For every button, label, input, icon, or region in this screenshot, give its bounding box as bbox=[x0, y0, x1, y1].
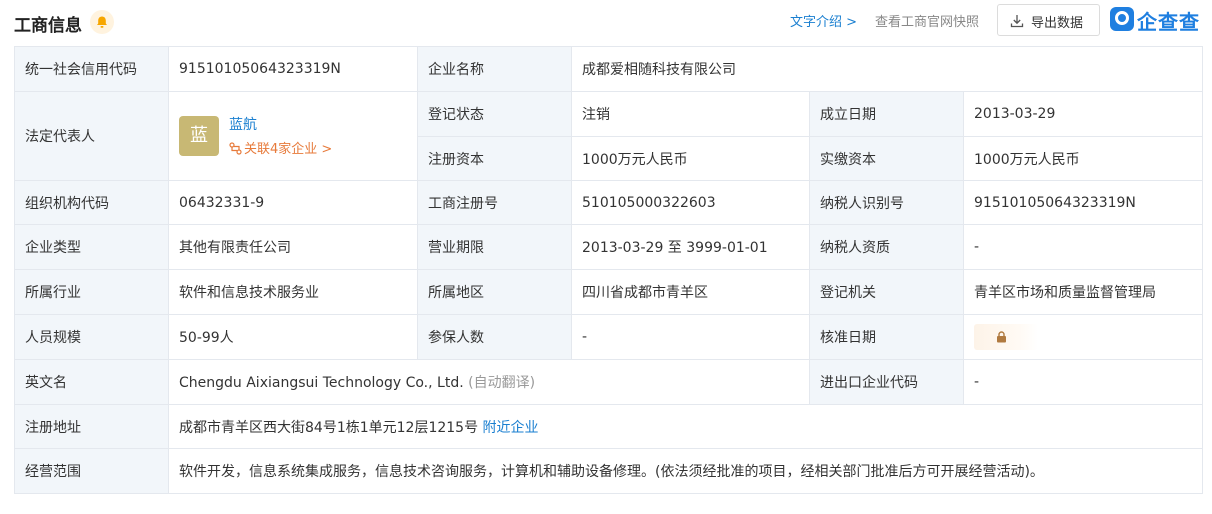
lock-icon bbox=[997, 331, 1006, 343]
paid-capital-label: 实缴资本 bbox=[809, 136, 964, 181]
insured-value: - bbox=[571, 314, 810, 360]
taxpayer-quali-label: 纳税人资质 bbox=[809, 224, 964, 270]
staff-size-label: 人员规模 bbox=[14, 314, 169, 360]
auto-translate-note: (自动翻译) bbox=[468, 375, 536, 391]
legal-rep-cell: 蓝 蓝航 关联4家企业 > bbox=[168, 91, 418, 181]
founded-label: 成立日期 bbox=[809, 91, 964, 137]
approval-date-value[interactable] bbox=[962, 314, 1204, 360]
company-name-label: 企业名称 bbox=[417, 46, 572, 92]
logo-text: 企查查 bbox=[1137, 10, 1200, 34]
taxpayer-quali-value: - bbox=[962, 224, 1204, 270]
taxpayer-id-value: 91510105064323319N bbox=[962, 180, 1204, 225]
reg-address-label: 注册地址 bbox=[14, 404, 169, 449]
related-companies-link[interactable]: 关联4家企业 > bbox=[229, 138, 332, 157]
company-type-label: 企业类型 bbox=[14, 224, 169, 270]
download-icon bbox=[1010, 15, 1024, 28]
related-companies-label: 关联4家企业 > bbox=[244, 142, 333, 157]
org-code-value: 06432331-9 bbox=[168, 180, 418, 225]
table-row: 统一社会信用代码 91510105064323319N 企业名称 成都爱相随科技… bbox=[14, 46, 1204, 92]
nearby-companies-link[interactable]: 附近企业 bbox=[483, 420, 539, 436]
biz-scope-value: 软件开发，信息系统集成服务，信息技术咨询服务，计算机和辅助设备修理。(依法须经批… bbox=[167, 448, 1204, 494]
reg-status-value: 注销 bbox=[571, 91, 810, 137]
taxpayer-id-label: 纳税人识别号 bbox=[809, 180, 964, 225]
founded-value: 2013-03-29 bbox=[962, 91, 1204, 137]
business-info-table: 统一社会信用代码 91510105064323319N 企业名称 成都爱相随科技… bbox=[14, 46, 1204, 494]
biz-term-label: 营业期限 bbox=[417, 224, 572, 270]
company-type-value: 其他有限责任公司 bbox=[168, 224, 418, 270]
table-row: 组织机构代码 06432331-9 工商注册号 510105000322603 … bbox=[14, 180, 1204, 225]
table-row: 注册地址 成都市青羊区西大街84号1栋1单元12层1215号 附近企业 bbox=[14, 404, 1204, 449]
biz-reg-no-value: 510105000322603 bbox=[571, 180, 810, 225]
approval-date-label: 核准日期 bbox=[809, 314, 964, 360]
industry-value: 软件和信息技术服务业 bbox=[168, 269, 418, 315]
insured-label: 参保人数 bbox=[417, 314, 572, 360]
export-data-button[interactable]: 导出数据 bbox=[997, 4, 1100, 36]
paid-capital-value: 1000万元人民币 bbox=[962, 136, 1204, 181]
avatar[interactable]: 蓝 bbox=[179, 116, 219, 156]
industry-label: 所属行业 bbox=[14, 269, 169, 315]
credit-code-label: 统一社会信用代码 bbox=[14, 46, 169, 92]
official-snapshot-link[interactable]: 查看工商官网快照 bbox=[875, 11, 979, 30]
relation-icon bbox=[229, 142, 242, 155]
import-export-label: 进出口企业代码 bbox=[809, 359, 964, 405]
locked-value[interactable] bbox=[974, 324, 1038, 350]
logo-mark-icon bbox=[1110, 7, 1134, 31]
credit-code-value: 91510105064323319N bbox=[168, 46, 418, 92]
biz-reg-no-label: 工商注册号 bbox=[417, 180, 572, 225]
english-name-label: 英文名 bbox=[14, 359, 169, 405]
org-code-label: 组织机构代码 bbox=[14, 180, 169, 225]
reg-capital-value: 1000万元人民币 bbox=[571, 136, 810, 181]
english-name-cell: Chengdu Aixiangsui Technology Co., Ltd. … bbox=[168, 359, 810, 405]
reg-authority-label: 登记机关 bbox=[809, 269, 964, 315]
table-row: 企业类型 其他有限责任公司 营业期限 2013-03-29 至 3999-01-… bbox=[14, 224, 1204, 270]
table-row: 经营范围 软件开发，信息系统集成服务，信息技术咨询服务，计算机和辅助设备修理。(… bbox=[14, 448, 1204, 494]
section-header: 工商信息 文字介绍 > 查看工商官网快照 导出数据 企查查 bbox=[0, 0, 1212, 44]
table-row: 英文名 Chengdu Aixiangsui Technology Co., L… bbox=[14, 359, 1204, 405]
table-row: 人员规模 50-99人 参保人数 - 核准日期 bbox=[14, 314, 1204, 360]
table-row: 法定代表人 蓝 蓝航 关联4家企业 > 登记状态 注销 成立日期 2013-03… bbox=[14, 91, 1204, 181]
reg-status-label: 登记状态 bbox=[417, 91, 572, 137]
reg-authority-value: 青羊区市场和质量监督管理局 bbox=[962, 269, 1204, 315]
text-intro-link[interactable]: 文字介绍 > bbox=[790, 11, 857, 30]
reg-address-cell: 成都市青羊区西大街84号1栋1单元12层1215号 附近企业 bbox=[167, 404, 1204, 449]
legal-rep-label: 法定代表人 bbox=[14, 91, 169, 181]
reg-capital-label: 注册资本 bbox=[417, 136, 572, 181]
export-data-label: 导出数据 bbox=[1031, 16, 1084, 31]
legal-rep-name-link[interactable]: 蓝航 bbox=[229, 114, 257, 134]
import-export-value: - bbox=[962, 359, 1204, 405]
biz-term-value: 2013-03-29 至 3999-01-01 bbox=[571, 224, 810, 270]
staff-size-value: 50-99人 bbox=[168, 314, 418, 360]
region-value: 四川省成都市青羊区 bbox=[571, 269, 810, 315]
region-label: 所属地区 bbox=[417, 269, 572, 315]
biz-scope-label: 经营范围 bbox=[14, 448, 169, 494]
english-name-value: Chengdu Aixiangsui Technology Co., Ltd. bbox=[179, 375, 464, 391]
section-title: 工商信息 bbox=[14, 16, 82, 36]
company-name-value: 成都爱相随科技有限公司 bbox=[570, 46, 1204, 92]
table-row: 所属行业 软件和信息技术服务业 所属地区 四川省成都市青羊区 登记机关 青羊区市… bbox=[14, 269, 1204, 315]
reg-address-value: 成都市青羊区西大街84号1栋1单元12层1215号 bbox=[179, 419, 479, 436]
bell-icon[interactable] bbox=[90, 10, 114, 34]
